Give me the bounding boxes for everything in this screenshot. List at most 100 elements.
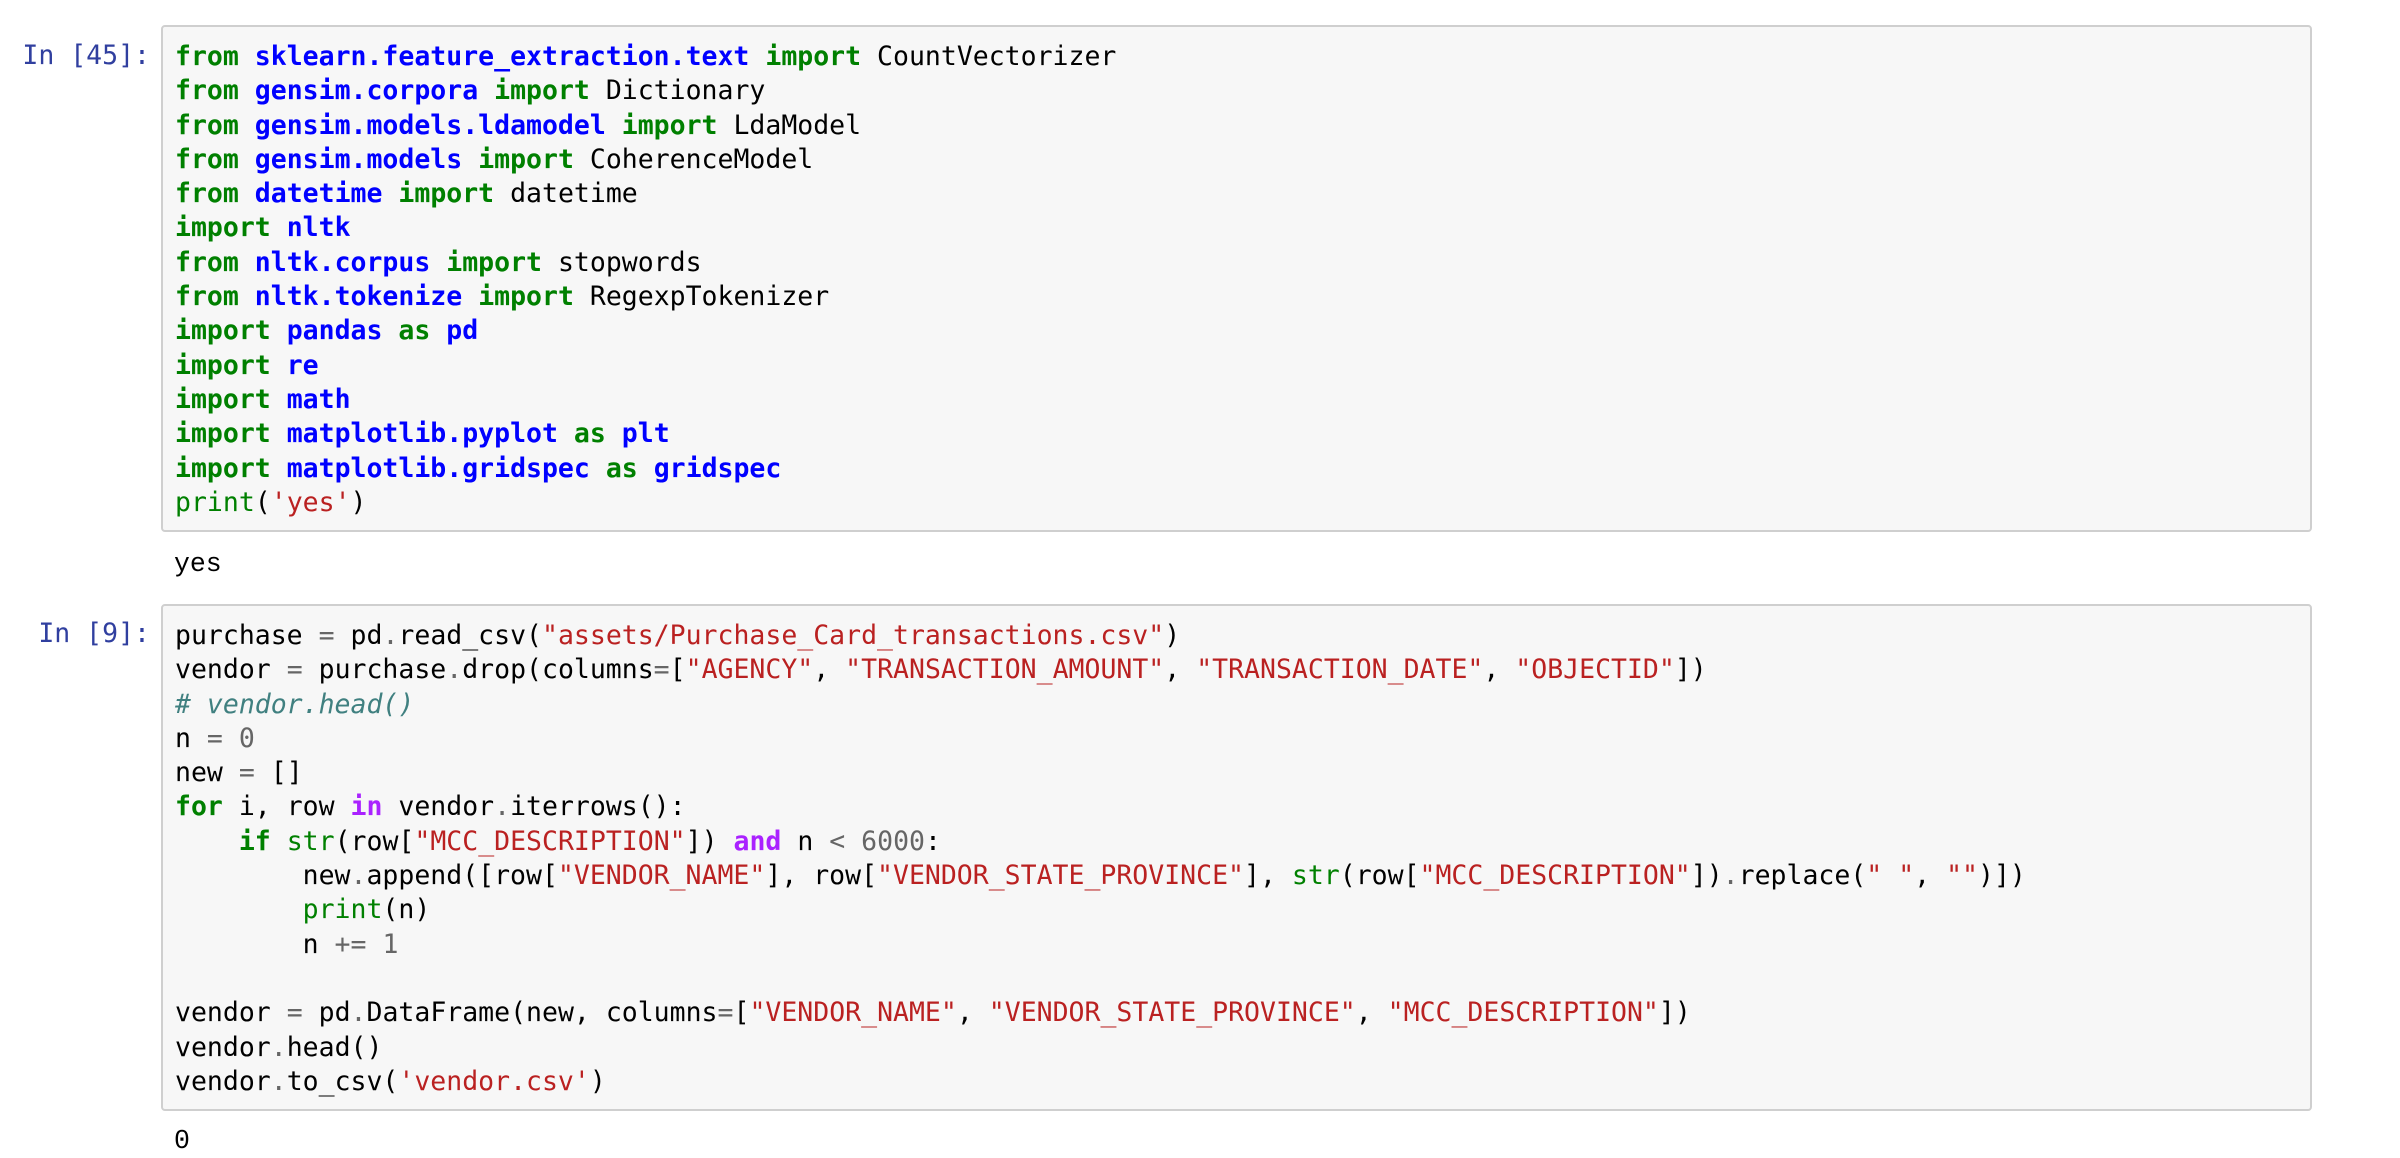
code-token: drop(columns [462,654,654,686]
code-token: "VENDOR_NAME" [557,860,766,892]
code-token: and [733,825,782,857]
code-token: purchase [302,654,447,686]
code-token: from [175,41,239,72]
code-token: pandas [286,315,383,347]
code-token: )]) [1978,860,2026,892]
code-token: "TRANSACTION_AMOUNT" [845,654,1165,686]
code-token: from [175,143,239,175]
code-token: from [175,281,239,313]
code-token: 'yes' [270,486,351,518]
code-token: read_csv( [398,620,542,651]
code-token: i, row [222,791,351,823]
code-token: gensim.corpora [254,75,479,107]
code-token: (row[ [1339,860,1420,892]
code-token: gridspec [653,452,782,484]
code-line: vendor = pd.DataFrame(new, columns=["VEN… [175,996,2026,1030]
code-line: import matplotlib.pyplot as plt [175,417,1116,451]
code-line: n += 1 [175,928,2026,962]
code-token: [ [733,997,750,1029]
code-token: "" [1946,860,1978,892]
code-token: ( [254,486,271,518]
code-token: to_csv( [286,1065,399,1097]
code-editor[interactable]: purchase = pd.read_csv("assets/Purchase_… [175,619,2026,1099]
code-token: import [175,349,271,381]
code-token: n [175,928,335,960]
code-token: stopwords [542,246,702,278]
code-token: , [956,997,989,1029]
code-line: for i, row in vendor.iterrows(): [175,790,2026,824]
code-token: plt [621,418,670,450]
code-token: purchase [175,620,319,651]
code-token: import [175,315,271,347]
code-token: = [717,997,734,1029]
code-token: , [813,654,846,686]
code-token: = [653,654,670,686]
code-token: import [446,246,542,278]
code-token: n [175,722,207,754]
code-token: nltk.corpus [254,246,431,278]
code-token: Dictionary [589,75,766,107]
code-token: "MCC_DESCRIPTION" [1419,860,1691,892]
code-line: import re [175,349,1116,383]
code-token: LdaModel [717,109,862,141]
code-token: import [175,383,271,415]
code-token: n [781,825,830,857]
code-token: import [398,178,495,210]
code-token: from [175,75,239,107]
code-token: ) [1164,620,1181,651]
code-token: = [286,997,303,1029]
code-token: "VENDOR_STATE_PROVINCE" [877,860,1244,892]
code-token: datetime [494,178,638,210]
code-line: # vendor.head() [175,688,2026,722]
code-token: nltk [286,212,351,244]
code-token: gensim.models [254,143,463,175]
code-token: [] [254,757,303,789]
code-token: ]) [685,825,734,857]
code-token: print [302,894,383,926]
code-token: 'vendor.csv' [398,1065,590,1097]
code-token: as [398,315,431,347]
code-token: DataFrame(new, columns [366,997,718,1029]
code-line: import pandas as pd [175,314,1116,348]
code-token: 0 [238,722,255,754]
code-token: . [382,620,399,651]
code-editor[interactable]: from sklearn.feature_extraction.text imp… [175,40,1116,520]
code-token: ]) [1690,860,1723,892]
code-token: " " [1866,860,1915,892]
code-token: . [494,791,511,823]
code-token: CountVectorizer [861,41,1117,72]
code-input-area[interactable]: purchase = pd.read_csv("assets/Purchase_… [161,604,2312,1111]
code-token: import [494,75,590,107]
code-token: CoherenceModel [573,143,814,175]
code-line: purchase = pd.read_csv("assets/Purchase_… [175,619,2026,653]
code-line: print(n) [175,893,2026,927]
cell-output: yes [174,549,222,579]
code-token: import [175,212,271,244]
code-token: for [175,791,223,823]
code-token: if [238,825,271,857]
code-token: math [286,383,351,415]
code-token: , [1164,654,1197,686]
code-token: from [175,246,239,278]
code-token: in [350,791,383,823]
code-line: vendor.to_csv('vendor.csv') [175,1065,2026,1099]
code-input-area[interactable]: from sklearn.feature_extraction.text imp… [161,25,2312,532]
code-line: from datetime import datetime [175,177,1116,211]
code-line: from nltk.corpus import stopwords [175,246,1116,280]
